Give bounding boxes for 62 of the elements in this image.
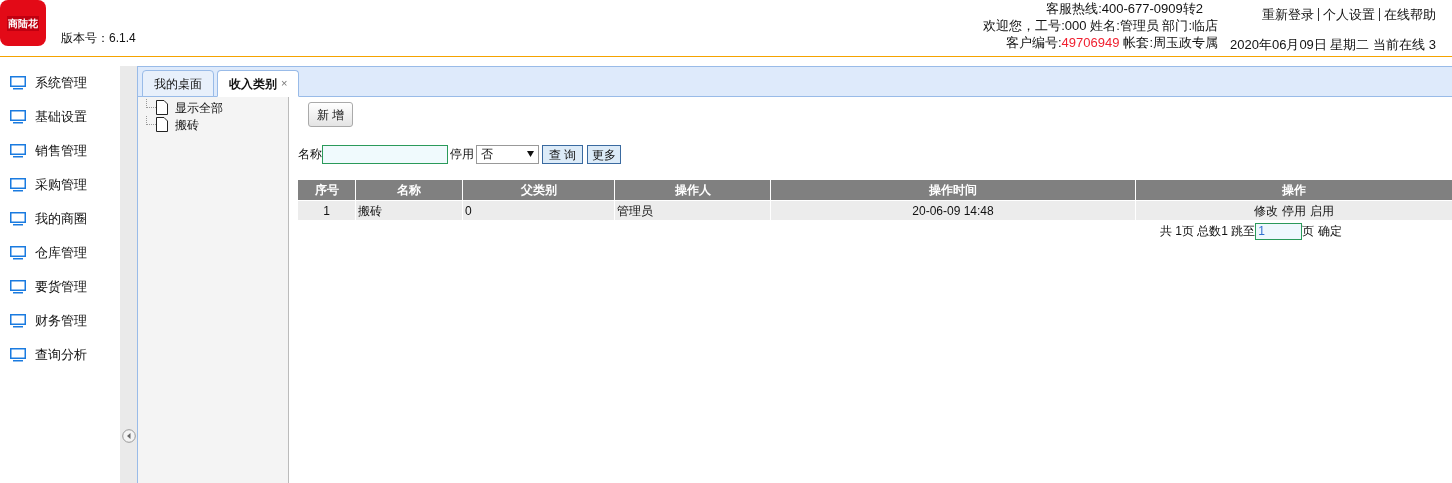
tab[interactable]: 收入类别 × [217, 70, 300, 97]
sidebar-item[interactable]: 查询分析 [0, 338, 120, 372]
customer-label: 客户编号: [1005, 34, 1062, 51]
close-icon[interactable]: × [281, 75, 288, 92]
monitor-icon [10, 110, 26, 124]
monitor-icon [10, 280, 26, 294]
sidebar-item[interactable]: 采购管理 [0, 168, 120, 202]
tab[interactable]: 我的桌面 [142, 70, 214, 97]
header-link[interactable]: 重新登录 [1262, 5, 1314, 25]
sidebar-item[interactable]: 仓库管理 [0, 236, 120, 270]
monitor-icon [10, 178, 26, 192]
customer-number: 49706949 [1061, 34, 1120, 51]
header-link[interactable]: 在线帮助 [1384, 5, 1436, 25]
monitor-icon [10, 348, 26, 362]
more-button[interactable]: 更多 [587, 144, 622, 164]
name-input[interactable] [322, 144, 448, 164]
sidebar-item[interactable]: 我的商圈 [0, 202, 120, 236]
page-input[interactable]: 1 [1255, 222, 1303, 240]
welcome-text: 欢迎您，工号:000 姓名:管理员 部门:临店 [983, 17, 1218, 34]
monitor-icon [10, 212, 26, 226]
dropdown-arrow-icon [527, 151, 534, 157]
monitor-icon [10, 314, 26, 328]
action-link[interactable]: 修改 [1254, 201, 1278, 220]
date-text: 2020年06月09日 星期二 当前在线 3 [1230, 35, 1437, 54]
monitor-icon [10, 246, 26, 260]
add-button[interactable]: 新 增 [308, 102, 354, 127]
sidebar-item[interactable]: 要货管理 [0, 270, 120, 304]
name-label: 名称 [298, 146, 322, 163]
document-icon [156, 117, 168, 132]
sidebar-item[interactable]: 基础设置 [0, 100, 120, 134]
column-header: 序号 [298, 180, 356, 200]
tree-item[interactable]: 搬砖 [146, 116, 288, 133]
query-button[interactable]: 查 询 [542, 144, 584, 164]
page-unit: 页 [1302, 223, 1315, 240]
collapse-icon[interactable] [121, 429, 136, 443]
table-cell: 20-06-09 14:48 [771, 201, 1136, 220]
document-icon [156, 100, 168, 115]
pagination-text: 共 1页 总数1 跳至 [1160, 223, 1256, 240]
monitor-icon [10, 76, 26, 90]
table-cell: 1 [298, 201, 356, 220]
column-header: 父类别 [463, 180, 615, 200]
column-header: 操作 [1281, 182, 1307, 199]
action-link[interactable]: 启用 [1310, 201, 1334, 220]
table-cell: 管理员 [615, 201, 771, 220]
monitor-icon [10, 144, 26, 158]
version-label: 版本号：6.1.4 [61, 30, 136, 47]
account-text: 帐套:周玉政专属 [1123, 34, 1218, 51]
confirm-link[interactable]: 确定 [1318, 222, 1343, 240]
column-header: 操作时间 [771, 180, 1136, 200]
header-link[interactable]: 个人设置 [1323, 5, 1375, 25]
sidebar-item[interactable]: 系统管理 [0, 66, 120, 100]
column-header: 名称 [356, 180, 463, 200]
table-cell: 搬砖 [356, 201, 463, 220]
sidebar-item[interactable]: 销售管理 [0, 134, 120, 168]
tree-item[interactable]: 显示全部 [146, 99, 288, 116]
table-cell: 0 [463, 201, 615, 220]
column-header: 操作人 [615, 180, 771, 200]
action-link[interactable]: 停用 [1282, 201, 1306, 220]
logo: 商陆花 [0, 0, 46, 46]
disabled-label: 停用 [450, 146, 474, 163]
hotline-text: 客服热线:400-677-0909转2 [1046, 0, 1203, 17]
sidebar-item[interactable]: 财务管理 [0, 304, 120, 338]
